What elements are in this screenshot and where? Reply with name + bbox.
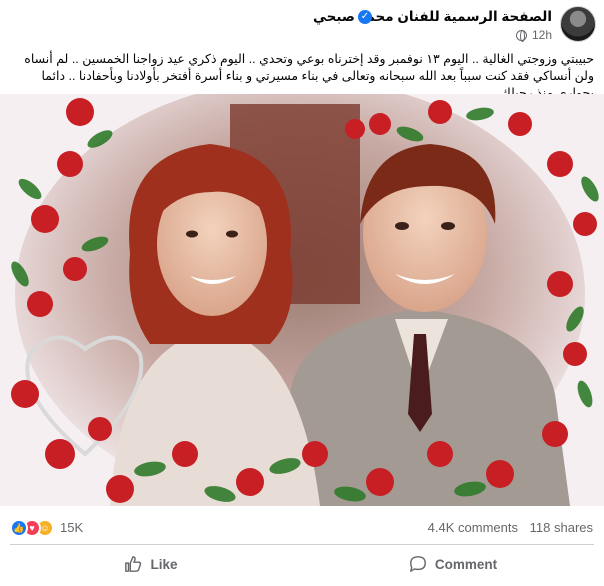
reaction-count[interactable]: 15K bbox=[60, 520, 83, 535]
shares-count[interactable]: 118 shares bbox=[530, 520, 593, 535]
comment-button[interactable]: Comment bbox=[302, 547, 604, 581]
reactions-bar: 👍 ♥ ☺ 15K 4.4K comments 118 shares bbox=[0, 514, 604, 542]
post-actions: Like Comment bbox=[0, 547, 604, 581]
post-photo[interactable] bbox=[0, 94, 604, 506]
actions-divider bbox=[10, 544, 594, 545]
comment-bubble-icon bbox=[409, 556, 426, 572]
like-button[interactable]: Like bbox=[0, 547, 302, 581]
post-time[interactable]: 12h bbox=[532, 28, 552, 42]
page-avatar[interactable] bbox=[560, 6, 596, 42]
couple-photo-illustration bbox=[0, 94, 604, 506]
globe-icon bbox=[515, 29, 527, 42]
like-button-label: Like bbox=[150, 556, 178, 572]
thumbs-up-icon bbox=[125, 556, 142, 572]
comments-count[interactable]: 4.4K comments bbox=[428, 520, 518, 535]
verified-badge-icon: ✓ bbox=[358, 10, 372, 24]
post-header: الصفحة الرسمية للفنان محمد صبحي ✓ 12h bbox=[0, 0, 604, 48]
like-reaction-icon: 👍 bbox=[10, 519, 28, 537]
post-meta: 12h bbox=[515, 28, 552, 42]
page-name-link[interactable]: الصفحة الرسمية للفنان محمد صبحي bbox=[313, 9, 552, 25]
comment-button-label: Comment bbox=[434, 556, 498, 572]
reaction-icons[interactable]: 👍 ♥ ☺ bbox=[10, 519, 60, 537]
